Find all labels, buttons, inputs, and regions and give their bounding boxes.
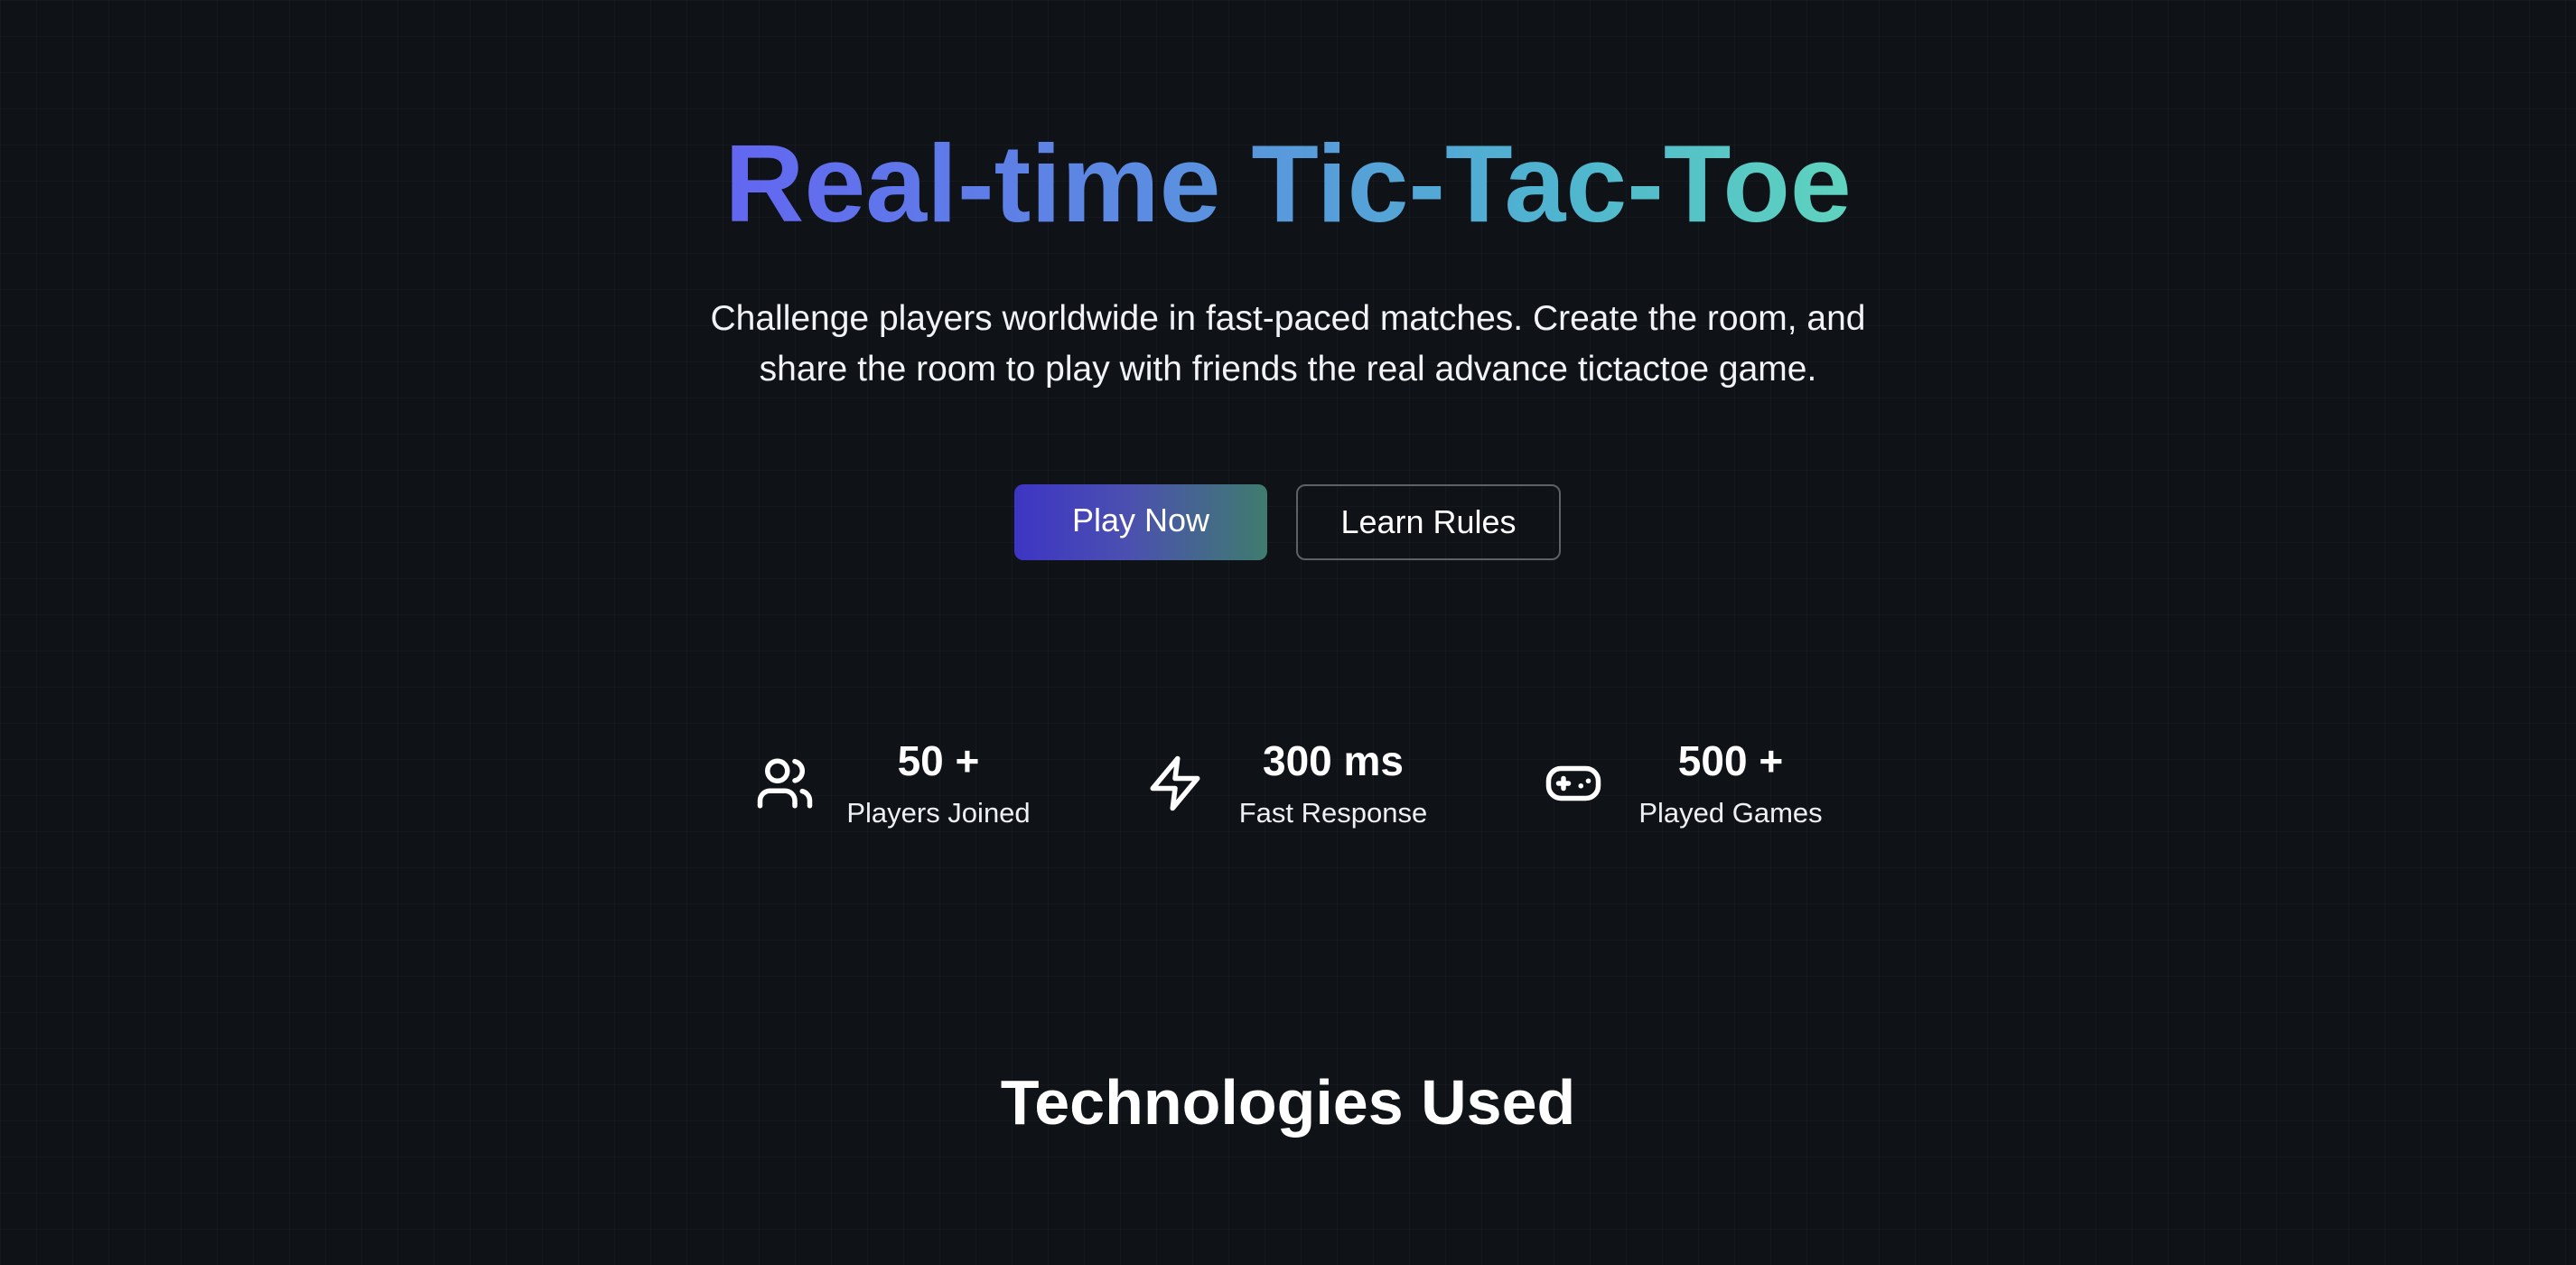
learn-rules-button[interactable]: Learn Rules (1296, 484, 1561, 560)
hero-subtitle: Challenge players worldwide in fast-pace… (656, 294, 1920, 395)
technologies-title: Technologies Used (1000, 1067, 1576, 1138)
gamepad-icon (1544, 754, 1603, 813)
stat-played-games: 500 + Played Games (1544, 730, 1831, 839)
cta-buttons: Play Now Learn Rules (0, 484, 2576, 560)
hero-subtitle-line-1: Challenge players worldwide in fast-pace… (710, 299, 1866, 338)
stat-value: 50 + (897, 737, 980, 784)
stat-fast-response: 300 ms Fast Response (1145, 730, 1434, 839)
users-icon (755, 754, 815, 813)
hero-subtitle-line-2: share the room to play with friends the … (759, 350, 1817, 389)
stat-value: 500 + (1677, 737, 1784, 784)
play-now-button[interactable]: Play Now (1014, 484, 1267, 560)
stat-players-joined: 50 + Players Joined (755, 730, 1035, 839)
stat-label: Fast Response (1238, 797, 1428, 829)
hero-title-text: Real-time Tic-Tac-Toe (724, 122, 1852, 245)
stat-label: Played Games (1638, 797, 1823, 829)
lightning-icon (1145, 754, 1205, 813)
stat-value: 300 ms (1262, 737, 1404, 784)
hero-title: Real-time Tic-Tac-Toe (0, 116, 2576, 251)
stat-label: Players Joined (846, 797, 1031, 829)
